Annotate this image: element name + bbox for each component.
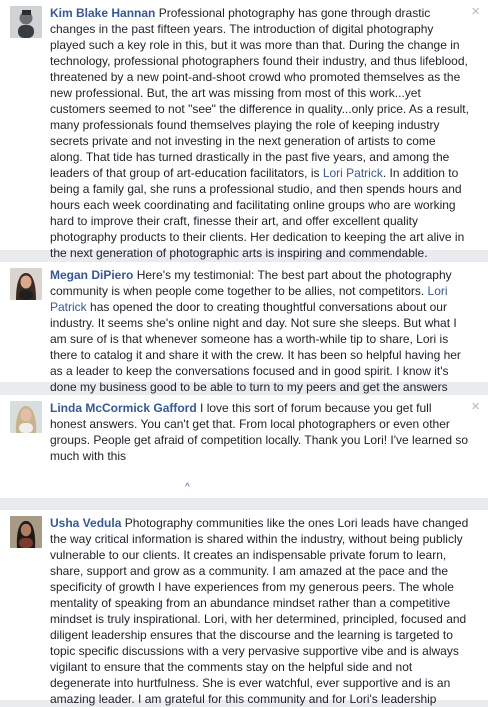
- profile-photo-icon: [10, 401, 42, 433]
- expand-caret-icon[interactable]: ^: [185, 483, 190, 493]
- comment-text: Photography communities like the ones Lo…: [50, 516, 469, 706]
- comment-author-link[interactable]: Kim Blake Hannan: [50, 6, 155, 20]
- comment-author-link[interactable]: Usha Vedula: [50, 516, 121, 530]
- avatar[interactable]: [10, 401, 42, 433]
- comment-megan-dipiero: Megan DiPiero Here's my testimonial: The…: [0, 262, 488, 410]
- comment-body: Linda McCormick Gafford I love this sort…: [50, 400, 470, 464]
- comment-text: Professional photography has gone throug…: [50, 6, 469, 180]
- comment-kim-blake-hannan: Kim Blake Hannan Professional photograph…: [0, 0, 488, 260]
- comment-linda-mccormick-gafford: Linda McCormick Gafford I love this sort…: [0, 395, 488, 498]
- comment-text: has opened the door to creating thoughtf…: [50, 300, 461, 410]
- comment-usha-vedula: Usha Vedula Photography communities like…: [0, 510, 488, 706]
- avatar[interactable]: [10, 268, 42, 300]
- profile-photo-icon: [10, 6, 42, 38]
- comment-feed: Kim Blake Hannan Professional photograph…: [0, 0, 488, 706]
- profile-photo-icon: [10, 516, 42, 548]
- close-icon[interactable]: ×: [471, 4, 480, 19]
- comment-author-link[interactable]: Linda McCormick Gafford: [50, 401, 197, 415]
- comment-author-link[interactable]: Megan DiPiero: [50, 268, 133, 282]
- close-icon[interactable]: ×: [471, 399, 480, 414]
- comment-body: Megan DiPiero Here's my testimonial: The…: [50, 267, 470, 411]
- comment-text: . In addition to being a family gal, she…: [50, 166, 465, 260]
- avatar[interactable]: [10, 6, 42, 38]
- mention-link-lori-patrick[interactable]: Lori Patrick: [323, 166, 383, 180]
- avatar[interactable]: [10, 516, 42, 548]
- comment-body: Kim Blake Hannan Professional photograph…: [50, 5, 470, 261]
- profile-photo-icon: [10, 268, 42, 300]
- comment-body: Usha Vedula Photography communities like…: [50, 515, 470, 707]
